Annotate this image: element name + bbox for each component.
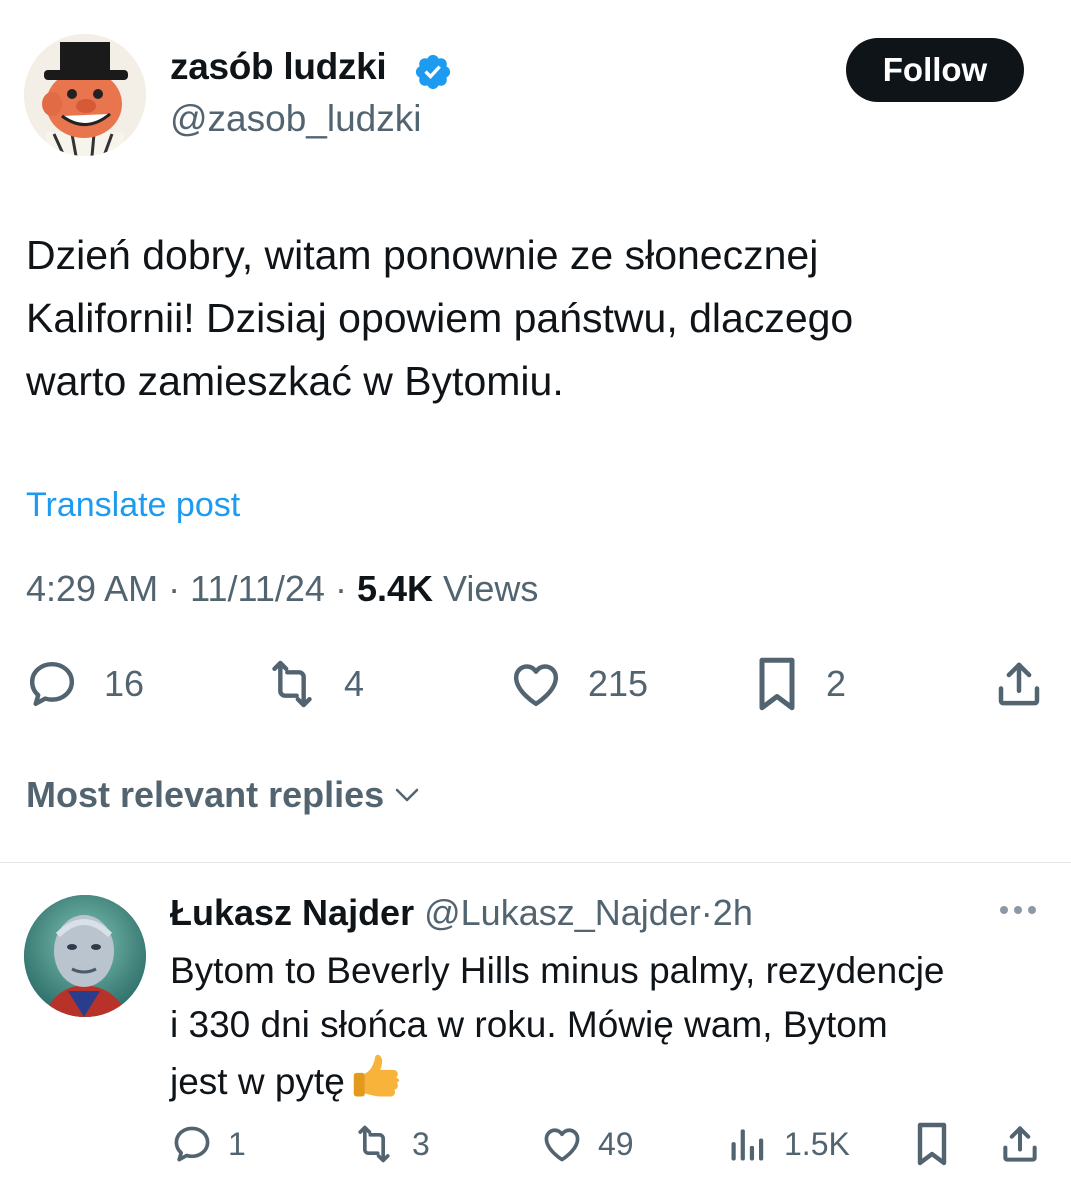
post-text: Dzień dobry, witam ponownie ze słoneczne… xyxy=(26,224,1036,413)
post-text-line: Kalifornii! Dzisiaj opowiem państwu, dla… xyxy=(26,295,854,341)
reply-views-count: 1.5K xyxy=(784,1125,850,1162)
share-icon xyxy=(1003,1126,1037,1162)
reply-like-button[interactable]: 49 xyxy=(540,1122,634,1166)
reply-repost-count: 3 xyxy=(412,1125,430,1162)
meta-separator: · xyxy=(168,568,181,609)
views-label: Views xyxy=(443,568,539,609)
reply-reply-count: 1 xyxy=(228,1125,246,1162)
author-name[interactable]: zasób ludzki xyxy=(170,46,387,88)
meta-separator: · xyxy=(334,568,347,609)
reply-share-button[interactable] xyxy=(998,1122,1042,1166)
reply-text: Bytom to Beverly Hills minus palmy, rezy… xyxy=(170,944,1050,1109)
reply-separator: · xyxy=(700,892,713,933)
repost-icon xyxy=(272,660,312,708)
divider xyxy=(0,862,1071,863)
reply-text-line: jest w pytę xyxy=(170,1052,1050,1109)
replies-sort-label: Most relevant replies xyxy=(26,774,385,815)
author-avatar[interactable] xyxy=(24,34,146,156)
reply-bookmark-button[interactable] xyxy=(912,1120,952,1168)
views-count: 5.4K xyxy=(356,568,433,609)
reply-time[interactable]: 2h xyxy=(713,892,753,933)
like-icon xyxy=(544,1128,580,1162)
reply-header: Łukasz Najder @Lukasz_Najder·2h xyxy=(170,892,753,934)
chevron-down-icon xyxy=(395,788,419,802)
bookmark-count: 2 xyxy=(826,663,847,704)
views-icon xyxy=(731,1129,764,1161)
bookmark-button[interactable]: 2 xyxy=(752,654,846,714)
reply-icon xyxy=(29,661,75,707)
like-count: 215 xyxy=(588,663,649,704)
translate-post-link[interactable]: Translate post xyxy=(26,486,240,525)
post-text-line: Dzień dobry, witam ponownie ze słoneczne… xyxy=(26,232,819,278)
reply-author-avatar[interactable] xyxy=(24,895,146,1017)
reply-button[interactable]: 16 xyxy=(24,656,144,712)
reply-author-name[interactable]: Łukasz Najder xyxy=(170,892,414,933)
repost-count: 4 xyxy=(344,663,365,704)
reply-reply-button[interactable]: 1 xyxy=(170,1122,246,1166)
reply-views-button[interactable]: 1.5K xyxy=(726,1122,850,1166)
reply-icon xyxy=(174,1126,210,1162)
thumbs-up-emoji xyxy=(353,1054,400,1097)
repost-icon xyxy=(358,1125,390,1163)
like-icon xyxy=(513,664,559,707)
reply-text-line: i 330 dni słońca w roku. Mówię wam, Byto… xyxy=(170,1004,888,1045)
verified-badge-icon xyxy=(415,54,451,90)
author-handle[interactable]: @zasob_ludzki xyxy=(170,98,421,140)
bookmark-icon xyxy=(917,1122,947,1166)
reply-count: 16 xyxy=(104,663,145,704)
post-date[interactable]: 11/11/24 xyxy=(190,568,325,609)
reply-like-count: 49 xyxy=(598,1125,634,1162)
share-button[interactable] xyxy=(992,656,1046,712)
post-meta: 4:29 AM · 11/11/24 · 5.4K Views xyxy=(26,568,538,610)
reply-author-handle[interactable]: @Lukasz_Najder xyxy=(424,892,701,933)
post-text-line: warto zamieszkać w Bytomiu. xyxy=(26,358,564,404)
more-icon[interactable] xyxy=(1000,906,1036,914)
bookmark-icon xyxy=(759,657,795,711)
reply-text-line-content: jest w pytę xyxy=(170,1061,345,1102)
follow-button[interactable]: Follow xyxy=(846,38,1024,102)
replies-sort-dropdown[interactable]: Most relevant replies xyxy=(26,774,422,816)
post-time[interactable]: 4:29 AM xyxy=(26,568,158,609)
share-icon xyxy=(998,662,1040,706)
reply-repost-button[interactable]: 3 xyxy=(350,1122,430,1166)
reply-text-line: Bytom to Beverly Hills minus palmy, rezy… xyxy=(170,950,945,991)
like-button[interactable]: 215 xyxy=(508,656,648,712)
repost-button[interactable]: 4 xyxy=(262,656,364,712)
